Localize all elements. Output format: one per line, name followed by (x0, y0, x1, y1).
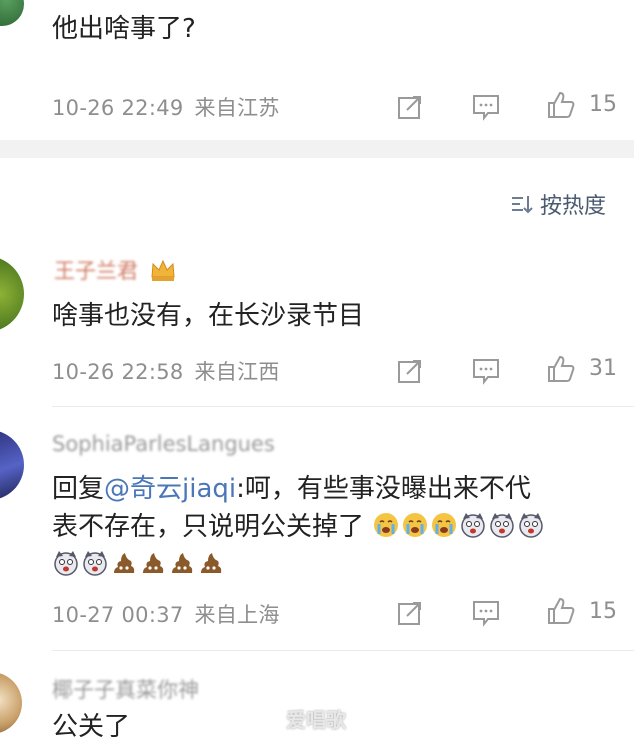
comment-icon[interactable] (471, 598, 501, 628)
avatar[interactable] (0, 0, 24, 26)
comment-text: 回复@奇云jiaqi:呵，有些事没曝出来不代 表不存在，只说明公关掉了 (52, 470, 622, 584)
comment-time: 10-27 00:37 (52, 603, 184, 627)
comment-divider (52, 406, 634, 407)
comment-meta: 10-26 22:58 来自江西 (52, 356, 280, 386)
like-count: 31 (589, 356, 617, 381)
comment-location: 来自江苏 (194, 96, 280, 120)
comment-text: 他出啥事了? (52, 14, 196, 44)
comment-meta: 10-27 00:37 来自上海 (52, 599, 280, 629)
comment-text: 公关了 (52, 712, 131, 742)
comment-icon[interactable] (471, 356, 501, 386)
thumbs-up-icon[interactable] (546, 90, 576, 120)
husky-emoji-icon (490, 513, 515, 538)
comment-time: 10-26 22:49 (52, 96, 184, 120)
comment-text: 啥事也没有，在长沙录节目 (52, 301, 365, 331)
comment-icon[interactable] (471, 92, 501, 122)
comment-text-line1: :呵，有些事没曝出来不代 (236, 474, 531, 504)
poop-emoji-icon (201, 553, 222, 573)
like-count: 15 (589, 599, 617, 624)
husky-emoji-icon (83, 551, 107, 576)
husky-emoji-icon (461, 513, 486, 538)
username[interactable]: SophiaParlesLangues (52, 432, 275, 456)
comment-location: 来自上海 (194, 603, 280, 627)
poop-emoji-icon (143, 553, 164, 573)
sort-icon (512, 196, 533, 214)
comment-location: 来自江西 (194, 360, 280, 384)
husky-emoji-icon (519, 513, 544, 538)
watermark: 爱唱歌 (286, 708, 346, 732)
avatar[interactable] (0, 430, 24, 500)
sort-control[interactable]: 按热度 (510, 188, 606, 220)
crown-badge-icon (151, 259, 175, 281)
username-row: 王子兰君 (54, 255, 178, 285)
avatar[interactable] (0, 256, 24, 332)
comment-text-line2: 表不存在，只说明公关掉了 (52, 512, 365, 542)
sort-label: 按热度 (540, 194, 607, 219)
share-icon[interactable] (395, 356, 425, 386)
reply-mention[interactable]: @奇云jiaqi (104, 474, 236, 504)
section-divider (0, 140, 634, 158)
crying-emoji-icon (403, 513, 428, 537)
thumbs-up-icon[interactable] (546, 354, 576, 384)
comment-divider (52, 650, 634, 651)
comment-time: 10-26 22:58 (52, 360, 184, 384)
share-icon[interactable] (395, 92, 425, 122)
emoji-group (52, 550, 226, 580)
reply-prefix: 回复 (52, 474, 105, 504)
husky-emoji-icon (54, 551, 78, 576)
comment-meta: 10-26 22:49 来自江苏 (52, 92, 280, 122)
poop-emoji-icon (114, 553, 135, 573)
poop-emoji-icon (172, 553, 193, 573)
emoji-group (372, 512, 546, 542)
share-icon[interactable] (395, 598, 425, 628)
crying-emoji-icon (374, 513, 399, 537)
crying-emoji-icon (432, 513, 457, 537)
username[interactable]: 椰子子真菜你神 (52, 674, 199, 704)
avatar[interactable] (0, 672, 22, 734)
thumbs-up-icon[interactable] (546, 596, 576, 626)
like-count: 15 (589, 92, 617, 117)
username[interactable]: 王子兰君 (54, 255, 138, 285)
